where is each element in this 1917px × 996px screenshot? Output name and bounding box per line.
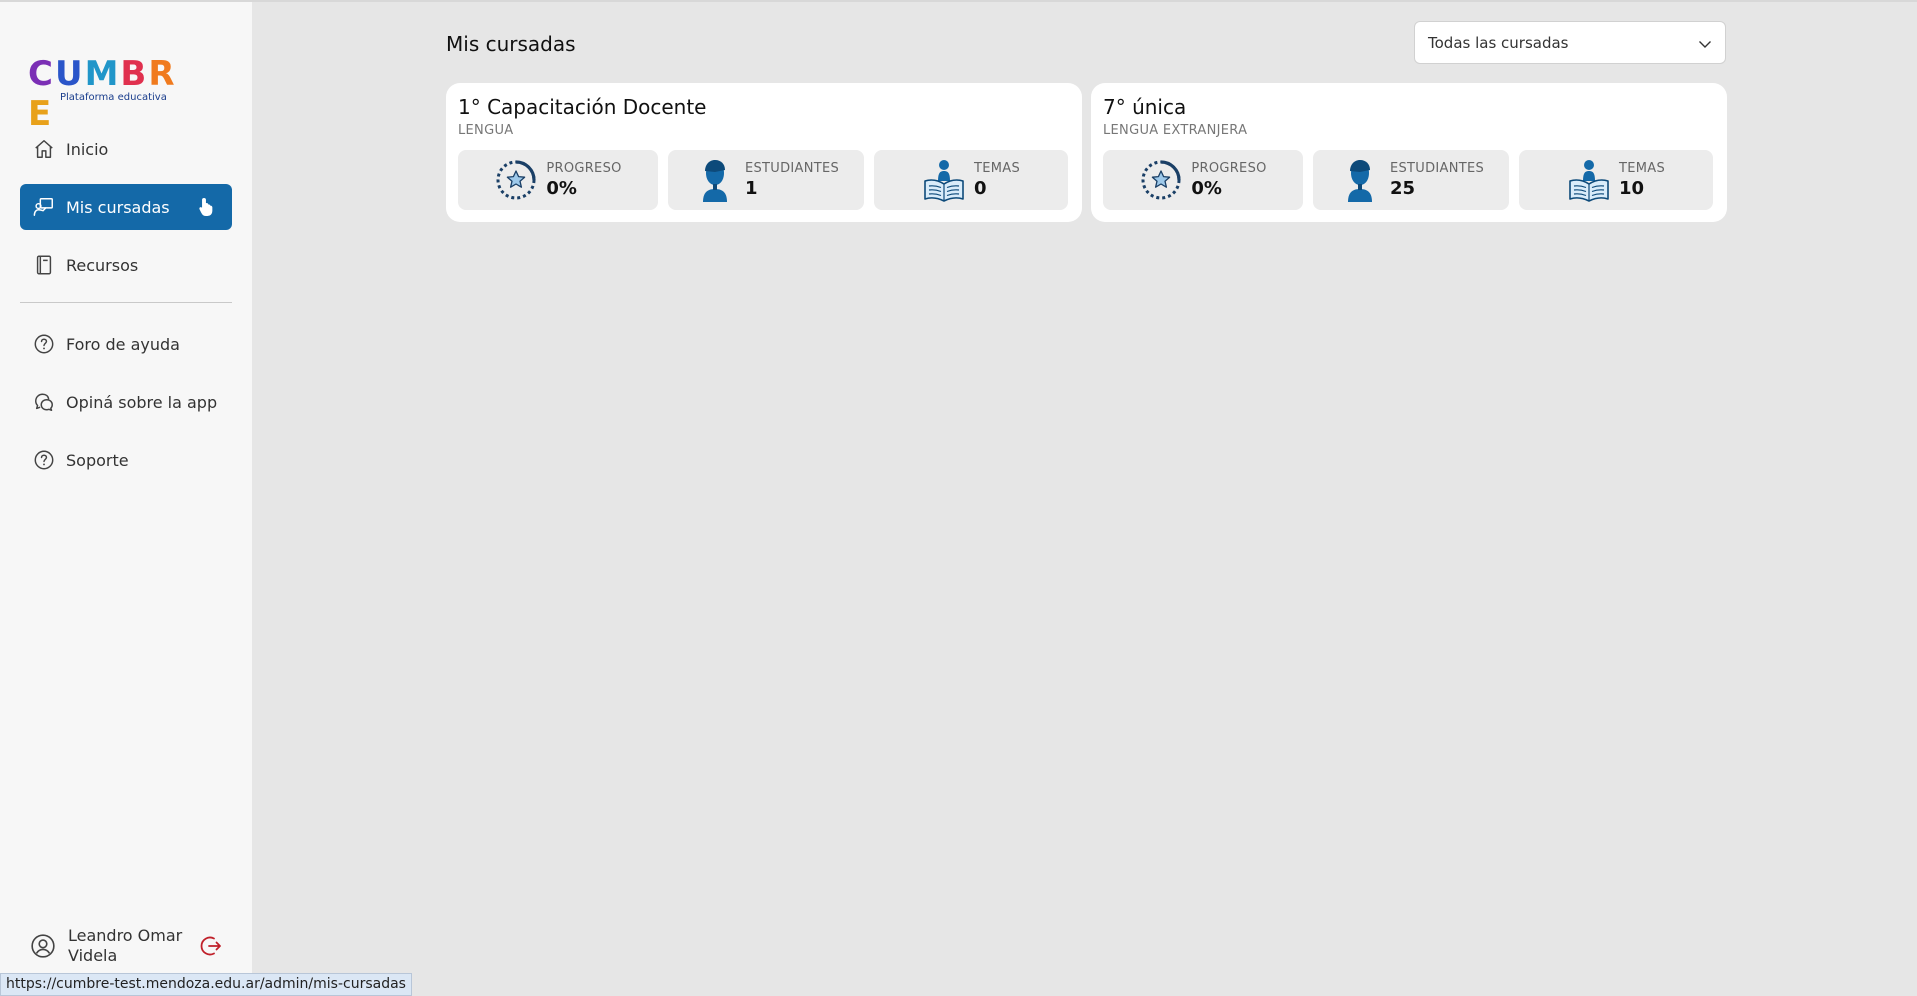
student-icon: [1347, 160, 1372, 202]
sidebar-divider: [20, 302, 232, 303]
stat-label: PROGRESO: [546, 161, 622, 176]
help-circle-icon: [32, 448, 56, 472]
stat-label: ESTUDIANTES: [744, 161, 840, 176]
sidebar-item-soporte[interactable]: Soporte: [20, 437, 232, 483]
course-filter-select[interactable]: Todas las cursadas: [1414, 21, 1726, 64]
course-stats: PROGRESO 0% ESTUDIANTES 25 TEMAS 10: [1103, 150, 1713, 210]
sidebar-item-mis-cursadas[interactable]: Mis cursadas: [20, 184, 232, 230]
primary-nav: Inicio Mis cursadas Recursos: [20, 126, 232, 300]
sidebar-item-label: Mis cursadas: [66, 197, 170, 217]
sidebar-item-label: Recursos: [66, 255, 139, 275]
stat-value: 0%: [1191, 178, 1222, 199]
stat-label: PROGRESO: [1191, 161, 1267, 176]
user-name[interactable]: Leandro Omar Videla: [68, 926, 188, 966]
course-subject: LENGUA EXTRANJERA: [1103, 123, 1248, 138]
stat-temas: TEMAS 10: [1519, 150, 1713, 210]
pointer-hand-icon: [198, 197, 216, 217]
sidebar-item-label: Opiná sobre la app: [66, 392, 218, 412]
stat-label: ESTUDIANTES: [1389, 161, 1485, 176]
page-title: Mis cursadas: [446, 32, 576, 56]
progress-star-icon: [1141, 160, 1181, 200]
stat-value: 10: [1618, 178, 1645, 199]
sidebar-item-opina-sobre-la-app[interactable]: Opiná sobre la app: [20, 379, 232, 425]
course-stats: PROGRESO 0% ESTUDIANTES 1 TEMAS 0: [458, 150, 1068, 210]
stat-temas: TEMAS 0: [874, 150, 1068, 210]
course-title: 7° única: [1103, 95, 1187, 119]
home-icon: [32, 137, 56, 161]
cumbre-logo[interactable]: CUMBRE Plataforma educativa: [28, 54, 188, 134]
teacher-board-icon: [32, 195, 56, 219]
chat-bubbles-icon: [32, 390, 56, 414]
stat-value: 0%: [546, 178, 577, 199]
filter-selected-value: Todas las cursadas: [1428, 33, 1569, 52]
sidebar-item-label: Inicio: [66, 139, 109, 159]
help-circle-icon: [32, 332, 56, 356]
stat-label: TEMAS: [973, 161, 1021, 176]
sidebar-item-recursos[interactable]: Recursos: [20, 242, 232, 288]
stat-value: 0: [973, 178, 987, 199]
course-card[interactable]: 7° única LENGUA EXTRANJERA PROGRESO 0% E…: [1091, 83, 1727, 222]
logo-subtitle: Plataforma educativa: [60, 92, 167, 103]
logout-icon[interactable]: [198, 933, 224, 959]
sidebar: CUMBRE Plataforma educativa Inicio Mis c…: [0, 2, 252, 996]
course-title: 1° Capacitación Docente: [458, 95, 707, 119]
sidebar-item-inicio[interactable]: Inicio: [20, 126, 232, 172]
course-card[interactable]: 1° Capacitación Docente LENGUA PROGRESO …: [446, 83, 1082, 222]
sidebar-item-foro-de-ayuda[interactable]: Foro de ayuda: [20, 321, 232, 367]
stat-value: 1: [744, 178, 758, 199]
stat-estudiantes: ESTUDIANTES 1: [668, 150, 864, 210]
top-border: [0, 0, 1917, 2]
secondary-nav: Foro de ayuda Opiná sobre la app Soporte: [20, 321, 232, 495]
book-icon: [32, 253, 56, 277]
stat-progreso: PROGRESO 0%: [1103, 150, 1303, 210]
chevron-down-icon: [1697, 36, 1713, 52]
status-bar-url: https://cumbre-test.mendoza.edu.ar/admin…: [0, 973, 412, 996]
progress-star-icon: [496, 160, 536, 200]
user-circle-icon[interactable]: [30, 933, 56, 959]
stat-estudiantes: ESTUDIANTES 25: [1313, 150, 1509, 210]
student-icon: [702, 160, 727, 202]
reading-book-icon: [1569, 160, 1609, 202]
user-panel: Leandro Omar Videla: [30, 924, 230, 968]
course-subject: LENGUA: [458, 123, 514, 138]
sidebar-item-label: Foro de ayuda: [66, 334, 180, 354]
stat-label: TEMAS: [1618, 161, 1666, 176]
stat-value: 25: [1389, 178, 1416, 199]
reading-book-icon: [924, 160, 964, 202]
sidebar-item-label: Soporte: [66, 450, 129, 470]
stat-progreso: PROGRESO 0%: [458, 150, 658, 210]
